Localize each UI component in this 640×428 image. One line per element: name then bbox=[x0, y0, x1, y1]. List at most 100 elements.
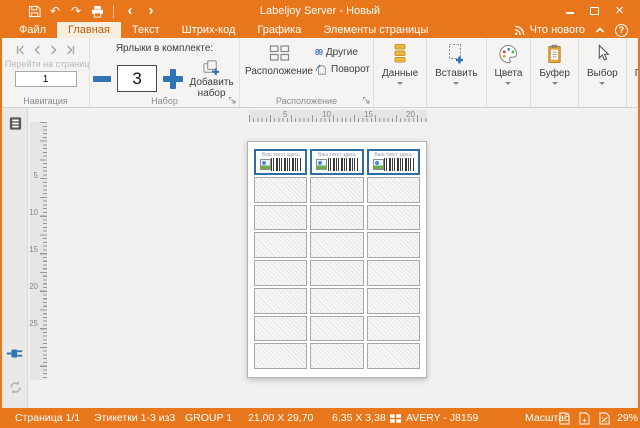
image-placeholder-icon bbox=[373, 159, 384, 170]
status-label-size: 6,35 X 3,38 bbox=[332, 408, 386, 428]
back-icon[interactable] bbox=[122, 3, 138, 19]
rotate-button[interactable]: Поворот bbox=[315, 63, 370, 76]
hruler-number: 20 bbox=[406, 110, 415, 119]
insert-label: Вставить bbox=[435, 68, 477, 79]
minimize-button[interactable] bbox=[559, 2, 580, 20]
group-data: Данные bbox=[374, 38, 427, 107]
label-cell-empty[interactable] bbox=[254, 232, 307, 258]
label-sheet[interactable]: Ваш текст здесьВаш текст здесьВаш текст … bbox=[247, 141, 427, 378]
label-cell-empty[interactable] bbox=[310, 288, 363, 314]
layout-dialog-launcher-icon[interactable] bbox=[362, 96, 371, 105]
save-icon[interactable] bbox=[26, 3, 42, 19]
label-cell-filled[interactable]: Ваш текст здесь bbox=[310, 149, 363, 175]
label-cell-empty[interactable] bbox=[254, 288, 307, 314]
group-select: Выбор bbox=[579, 38, 627, 107]
titlebar: Labeljoy Server - Новый bbox=[2, 0, 638, 22]
label-cell-filled[interactable]: Ваш текст здесь bbox=[254, 149, 307, 175]
label-cell-empty[interactable] bbox=[367, 260, 420, 286]
help-icon[interactable] bbox=[615, 24, 628, 37]
select-button[interactable]: Выбор bbox=[582, 40, 623, 95]
others-button[interactable]: 89 Другие bbox=[315, 47, 370, 58]
page-number-input[interactable] bbox=[15, 71, 77, 87]
whats-new-button[interactable]: Что нового bbox=[514, 24, 585, 36]
group-set: Ярлыки в комплекте: 3 Добавить набор Наб… bbox=[90, 38, 240, 107]
label-cell-empty[interactable] bbox=[310, 343, 363, 369]
zoom-value: 29% bbox=[617, 408, 638, 428]
goto-page-label: Перейти на страницу bbox=[5, 59, 89, 69]
plug-icon[interactable] bbox=[6, 344, 24, 362]
status-group: GROUP 1 bbox=[185, 408, 232, 428]
left-toolbar bbox=[2, 108, 28, 408]
colors-label: Цвета bbox=[495, 68, 523, 79]
close-button[interactable] bbox=[609, 2, 630, 20]
tab-file[interactable]: Файл bbox=[8, 22, 57, 38]
label-cell-empty[interactable] bbox=[254, 316, 307, 342]
label-cell-empty[interactable] bbox=[310, 260, 363, 286]
advanced-label: Продвинутый bbox=[635, 68, 638, 79]
first-page-icon[interactable] bbox=[16, 45, 25, 55]
barcode-icon bbox=[271, 158, 301, 171]
refresh-icon[interactable] bbox=[6, 378, 24, 396]
forward-icon[interactable] bbox=[143, 3, 159, 19]
insert-button[interactable]: Вставить bbox=[430, 40, 482, 95]
label-cell-empty[interactable] bbox=[310, 232, 363, 258]
layout-button[interactable]: Расположение bbox=[243, 41, 315, 77]
layout-grid-icon bbox=[269, 44, 290, 62]
tab-graphics[interactable]: Графика bbox=[246, 22, 312, 38]
label-cell-empty[interactable] bbox=[367, 177, 420, 203]
label-cell-filled[interactable]: Ваш текст здесь bbox=[367, 149, 420, 175]
label-cell-empty[interactable] bbox=[254, 343, 307, 369]
prev-page-icon[interactable] bbox=[34, 45, 41, 55]
tab-home[interactable]: Главная bbox=[57, 22, 121, 38]
buffer-label: Буфер bbox=[539, 68, 570, 79]
whats-new-label: Что нового bbox=[530, 24, 585, 36]
increase-count-button[interactable] bbox=[163, 69, 181, 89]
print-icon[interactable] bbox=[89, 3, 105, 19]
zoom-fit-width-icon[interactable] bbox=[579, 408, 590, 428]
label-cell-empty[interactable] bbox=[367, 205, 420, 231]
add-set-button[interactable]: Добавить набор bbox=[187, 58, 236, 99]
others-icon: 89 bbox=[315, 48, 322, 57]
zoom-custom-icon[interactable] bbox=[599, 408, 610, 428]
status-page-size: 21,00 X 29,70 bbox=[248, 408, 313, 428]
advanced-button[interactable]: Продвинутый bbox=[630, 40, 638, 95]
colors-button[interactable]: Цвета bbox=[490, 40, 528, 95]
pages-panel-icon[interactable] bbox=[6, 114, 24, 132]
vertical-ruler: 5 10 15 20 25 bbox=[30, 122, 47, 380]
zoom-page-icon[interactable] bbox=[559, 408, 570, 428]
collapse-ribbon-icon[interactable] bbox=[595, 26, 605, 34]
tab-text[interactable]: Текст bbox=[121, 22, 171, 38]
label-cell-empty[interactable] bbox=[367, 232, 420, 258]
label-cell-empty[interactable] bbox=[367, 316, 420, 342]
label-cell-empty[interactable] bbox=[254, 177, 307, 203]
template-selector[interactable]: AVERY - J8159 bbox=[389, 408, 478, 428]
vruler-number: 15 bbox=[29, 245, 38, 254]
next-page-icon[interactable] bbox=[50, 45, 57, 55]
redo-icon[interactable] bbox=[68, 3, 84, 19]
tab-barcode[interactable]: Штрих-код bbox=[171, 22, 247, 38]
group-buffer: Буфер bbox=[531, 38, 579, 107]
dropdown-arrow-icon bbox=[453, 82, 459, 88]
label-cell-empty[interactable] bbox=[310, 177, 363, 203]
window-controls bbox=[559, 2, 638, 20]
insert-icon bbox=[446, 43, 466, 65]
label-cell-empty[interactable] bbox=[254, 260, 307, 286]
group-insert: Вставить bbox=[427, 38, 486, 107]
set-count-value[interactable]: 3 bbox=[117, 65, 157, 92]
tab-page-elements[interactable]: Элементы страницы bbox=[312, 22, 439, 38]
set-dialog-launcher-icon[interactable] bbox=[228, 96, 237, 105]
undo-icon[interactable] bbox=[47, 3, 63, 19]
label-cell-empty[interactable] bbox=[367, 343, 420, 369]
label-cell-empty[interactable] bbox=[310, 316, 363, 342]
group-label-set: Набор bbox=[90, 95, 239, 107]
data-button[interactable]: Данные bbox=[377, 40, 423, 95]
maximize-button[interactable] bbox=[584, 2, 605, 20]
data-label: Данные bbox=[382, 68, 418, 79]
dropdown-arrow-icon bbox=[599, 82, 605, 88]
buffer-button[interactable]: Буфер bbox=[534, 40, 575, 95]
decrease-count-button[interactable] bbox=[93, 76, 111, 82]
label-cell-empty[interactable] bbox=[254, 205, 307, 231]
label-cell-empty[interactable] bbox=[367, 288, 420, 314]
last-page-icon[interactable] bbox=[66, 45, 75, 55]
label-cell-empty[interactable] bbox=[310, 205, 363, 231]
